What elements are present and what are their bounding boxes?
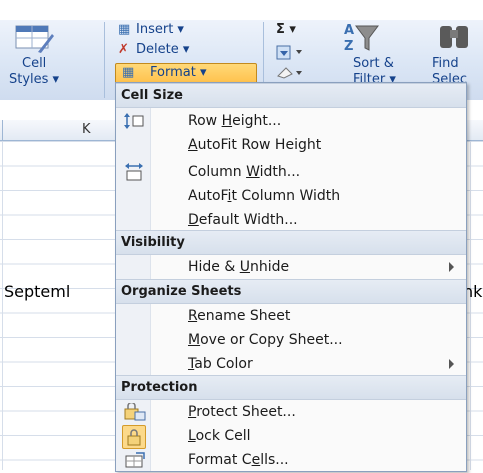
format-icon: ▦ (122, 65, 135, 80)
delete-icon: ✗ (118, 42, 129, 57)
format-label: Format ▾ (150, 65, 207, 80)
label-part: efault Width... (198, 212, 298, 228)
label-part: ock Cell (195, 428, 251, 444)
section-title: Visibility (121, 235, 185, 250)
section-header-visibility: Visibility (116, 230, 466, 255)
accelerator: P (188, 404, 197, 420)
section-title: Cell Size (121, 88, 183, 103)
delete-label: Delete ▾ (136, 42, 190, 57)
format-dropdown-menu: Cell Size Row Height... AutoFit Row Heig… (115, 82, 467, 472)
cell-styles-label-line1[interactable]: Cell (22, 56, 46, 71)
format-cells-icon (124, 451, 145, 469)
label-part: ename Sheet (197, 308, 291, 324)
label-part: Row (188, 113, 222, 129)
label-part: Hide & (188, 259, 240, 275)
accelerator: R (188, 308, 198, 324)
menu-item-tab-color[interactable]: Tab Color (116, 352, 466, 376)
ribbon-separator (104, 22, 105, 98)
section-header-organize-sheets: Organize Sheets (116, 279, 466, 304)
insert-button[interactable]: ▦ Insert ▾ (118, 22, 184, 37)
svg-text:A: A (344, 23, 354, 38)
accelerator: L (188, 428, 196, 444)
clear-icon[interactable] (276, 64, 306, 80)
autosum-label: Σ ▾ (276, 22, 296, 37)
label-part: eight... (232, 113, 282, 129)
sort-filter-icon[interactable]: A Z (340, 20, 380, 54)
accelerator: U (239, 259, 250, 275)
label-part: ove or Copy Sheet... (200, 332, 343, 348)
accelerator: D (188, 212, 199, 228)
label-part: t Column Width (231, 188, 341, 204)
sort-filter-label-line1[interactable]: Sort & (353, 56, 394, 71)
menu-item-autofit-column-width[interactable]: AutoFit Column Width (116, 184, 466, 208)
row-height-icon (124, 112, 144, 130)
column-header-k[interactable]: K (82, 122, 91, 137)
protect-sheet-icon (124, 401, 146, 421)
fill-icon[interactable] (276, 45, 306, 61)
accelerator: H (221, 113, 233, 129)
label-part: idth... (259, 164, 301, 180)
menu-item-autofit-row-height[interactable]: AutoFit Row Height (116, 133, 466, 157)
menu-item-protect-sheet[interactable]: Protect Sheet... (116, 400, 466, 424)
insert-label: Insert ▾ (136, 22, 184, 37)
autosum-button[interactable]: Σ ▾ (276, 22, 296, 37)
menu-item-hide-unhide[interactable]: Hide & Unhide (116, 255, 466, 279)
menu-item-default-width[interactable]: Default Width... (116, 208, 466, 232)
column-width-icon (124, 163, 144, 181)
menu-item-row-height[interactable]: Row Height... (116, 109, 466, 133)
submenu-arrow-icon (449, 359, 454, 369)
column-divider (2, 120, 3, 140)
grid-vline (470, 141, 471, 470)
section-header-cell-size: Cell Size (116, 83, 466, 108)
section-title: Organize Sheets (121, 284, 242, 299)
svg-text:Z: Z (344, 39, 353, 54)
menu-item-lock-cell[interactable]: Lock Cell (116, 424, 466, 449)
top-strip (0, 0, 483, 20)
accelerator: A (188, 137, 198, 153)
label-part: lls... (260, 452, 289, 468)
menu-item-column-width[interactable]: Column Width... (116, 160, 466, 184)
submenu-arrow-icon (449, 262, 454, 272)
label-part: ab Color (194, 356, 253, 372)
label-part: Format C (188, 452, 252, 468)
cell-styles-icon[interactable] (14, 24, 54, 54)
find-select-label-line1[interactable]: Find (432, 56, 459, 71)
cell-styles-label-line2[interactable]: Styles ▾ (9, 72, 59, 87)
cell-text[interactable]: Septeml (4, 282, 70, 301)
accelerator: M (188, 332, 201, 348)
accelerator: W (246, 164, 260, 180)
label-part: utoFit Row Height (197, 137, 322, 153)
menu-item-rename-sheet[interactable]: Rename Sheet (116, 304, 466, 328)
label-part: AutoF (188, 188, 228, 204)
insert-icon: ▦ (118, 22, 131, 37)
binoculars-icon[interactable] (436, 22, 483, 52)
menu-item-format-cells[interactable]: Format Cells... (116, 448, 466, 472)
menu-item-move-copy-sheet[interactable]: Move or Copy Sheet... (116, 328, 466, 352)
accelerator: e (251, 452, 261, 468)
label-part: rotect Sheet... (196, 404, 296, 420)
label-part: Column (188, 164, 247, 180)
section-header-protection: Protection (116, 375, 466, 400)
lock-cell-icon (122, 425, 146, 449)
grid-vline (2, 141, 3, 470)
section-title: Protection (121, 380, 198, 395)
label-part: nhide (249, 259, 290, 275)
delete-button[interactable]: ✗ Delete ▾ (118, 42, 189, 57)
